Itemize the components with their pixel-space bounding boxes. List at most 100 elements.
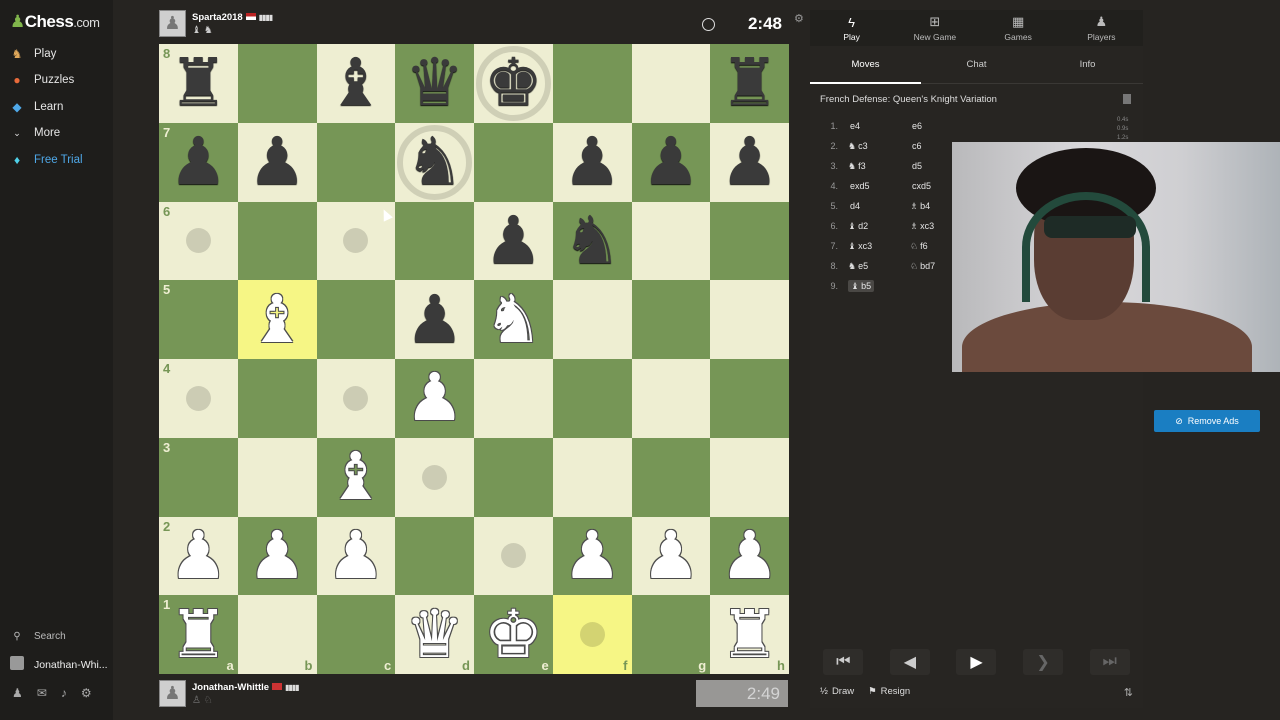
square-c1[interactable]: c (316, 595, 396, 674)
square-f6[interactable]: ♞ (552, 201, 632, 281)
square-h7[interactable]: ♟ (710, 122, 789, 202)
white-move[interactable]: d4 (848, 201, 910, 211)
remove-ads-button[interactable]: ⊘ Remove Ads (1154, 410, 1260, 432)
square-c2[interactable]: ♟ (316, 516, 396, 596)
sidebar-item-free-trial[interactable]: ♦ Free Trial (10, 150, 83, 170)
square-e8[interactable]: ♚ (474, 44, 553, 123)
square-d8[interactable]: ♛ (395, 44, 474, 123)
black-pawn-icon[interactable]: ♟ (641, 129, 700, 195)
square-g1[interactable]: g (631, 595, 711, 674)
square-a2[interactable]: 2 ♟ (159, 516, 238, 596)
square-d1[interactable]: d ♛ (395, 595, 474, 674)
tab-players[interactable]: ♟ Players (1060, 10, 1143, 46)
chess-board[interactable]: 8 ♜ ♝ ♛ ♚ ♜ 7 ♟ ♟ ♞ ♟ ♟ ♟ 6 ♟ ♞ 5 ♝ ♟ ♞ 4 ♟ 3 ♝ 2 ♟ ♟ ♟ ♟ ♟ ♟ 1 a ♜ b c d ♛ e ♚… (159, 44, 789, 674)
black-bishop-icon[interactable]: ♝ (326, 50, 385, 116)
square-g5[interactable] (631, 280, 711, 359)
legal-move-dot[interactable] (500, 543, 526, 569)
legal-move-dot[interactable] (185, 228, 211, 254)
board-settings-icon[interactable]: ⚙ (794, 12, 804, 25)
square-f3[interactable] (552, 437, 632, 517)
square-h2[interactable]: ♟ (710, 516, 789, 596)
square-b5[interactable]: ♝ (237, 280, 317, 359)
square-b3[interactable] (237, 437, 317, 517)
play-button[interactable]: ▶ (956, 649, 997, 675)
white-pawn-icon[interactable]: ♟ (326, 522, 385, 589)
square-g4[interactable] (631, 359, 711, 438)
white-pawn-icon[interactable]: ♟ (641, 522, 700, 589)
square-f5[interactable] (552, 280, 632, 359)
square-h8[interactable]: ♜ (710, 44, 789, 123)
bell-icon[interactable]: ♪ (61, 686, 67, 700)
square-d6[interactable] (395, 201, 474, 281)
sidebar-item-puzzles[interactable]: ● Puzzles (10, 70, 74, 90)
white-rook-icon[interactable]: ♜ (169, 601, 228, 668)
sidebar-item-play[interactable]: ♞ Play (10, 44, 57, 64)
friends-icon[interactable]: ♟ (12, 686, 23, 700)
legal-move-dot[interactable] (343, 228, 369, 254)
white-move[interactable]: exd5 (848, 181, 910, 191)
white-move[interactable]: ♞ e5 (848, 261, 910, 272)
square-h6[interactable] (710, 201, 789, 281)
square-g3[interactable] (631, 437, 711, 517)
black-rook-icon[interactable]: ♜ (169, 50, 228, 116)
square-e2[interactable] (474, 516, 553, 596)
square-a4[interactable]: 4 (159, 359, 238, 438)
black-pawn-icon[interactable]: ♟ (169, 129, 228, 195)
white-rook-icon[interactable]: ♜ (720, 601, 779, 668)
black-queen-icon[interactable]: ♛ (405, 50, 464, 116)
square-b8[interactable] (237, 44, 317, 123)
square-f7[interactable]: ♟ (552, 122, 632, 202)
square-c5[interactable] (316, 280, 396, 359)
sidebar-item-more[interactable]: ⌄ More (10, 123, 60, 143)
black-pawn-icon[interactable]: ♟ (484, 207, 543, 274)
tab-chat[interactable]: Chat (921, 46, 1032, 83)
square-b4[interactable] (237, 359, 317, 438)
legal-move-dot[interactable] (185, 385, 211, 411)
square-h4[interactable] (710, 359, 789, 438)
sidebar-item-learn[interactable]: ◆ Learn (10, 97, 63, 117)
legal-move-dot[interactable] (579, 622, 605, 648)
black-pawn-icon[interactable]: ♟ (405, 286, 464, 353)
square-a6[interactable]: 6 (159, 201, 238, 281)
square-e5[interactable]: ♞ (474, 280, 553, 359)
square-f4[interactable] (552, 359, 632, 438)
square-g7[interactable]: ♟ (631, 122, 711, 202)
book-icon[interactable] (1123, 94, 1131, 104)
square-g6[interactable] (631, 201, 711, 281)
square-d2[interactable] (395, 516, 474, 596)
square-b2[interactable]: ♟ (237, 516, 317, 596)
square-b6[interactable] (237, 201, 317, 281)
square-e1[interactable]: e ♚ (474, 595, 553, 674)
bottom-player-name[interactable]: Jonathan-Whittle (192, 682, 269, 693)
draw-button[interactable]: ½ Draw (820, 686, 854, 697)
square-f2[interactable]: ♟ (552, 516, 632, 596)
avatar[interactable]: ♟ (159, 10, 186, 37)
next-move-button[interactable]: ❯ (1023, 649, 1064, 675)
black-pawn-icon[interactable]: ♟ (563, 129, 622, 195)
square-f8[interactable] (552, 44, 632, 123)
square-b7[interactable]: ♟ (237, 122, 317, 202)
black-pawn-icon[interactable]: ♟ (720, 129, 779, 195)
white-pawn-icon[interactable]: ♟ (563, 522, 622, 589)
square-d4[interactable]: ♟ (395, 359, 474, 438)
mail-icon[interactable]: ✉ (37, 686, 47, 700)
previous-move-button[interactable]: ◀ (889, 649, 930, 675)
first-move-button[interactable]: ⏮ (823, 649, 864, 675)
black-pawn-icon[interactable]: ♟ (248, 129, 307, 195)
top-player-name[interactable]: Sparta2018 (192, 12, 243, 23)
white-pawn-icon[interactable]: ♟ (720, 522, 779, 589)
last-move-button[interactable]: ⏭ (1089, 649, 1130, 675)
square-c4[interactable] (316, 359, 396, 438)
square-a1[interactable]: 1 a ♜ (159, 595, 238, 674)
square-g8[interactable] (631, 44, 711, 123)
white-move[interactable]: ♝ d2 (848, 221, 910, 232)
square-g2[interactable]: ♟ (631, 516, 711, 596)
chesscom-logo[interactable]: ♟Chess.com (10, 12, 100, 32)
tab-moves[interactable]: Moves (810, 46, 921, 84)
square-h5[interactable] (710, 280, 789, 359)
white-knight-icon[interactable]: ♞ (484, 286, 543, 353)
white-move[interactable]: ♝ b5 (848, 279, 910, 292)
legal-move-dot[interactable] (343, 385, 369, 411)
square-c8[interactable]: ♝ (316, 44, 396, 123)
gear-icon[interactable]: ⚙ (81, 686, 92, 700)
